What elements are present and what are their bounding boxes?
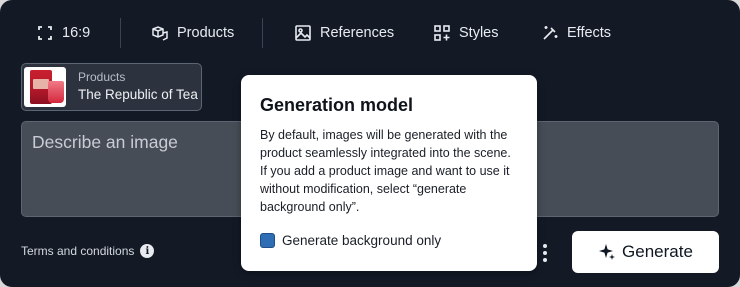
image-icon bbox=[295, 25, 311, 41]
styles-grid-icon bbox=[434, 25, 450, 41]
popover-body: By default, images will be generated wit… bbox=[260, 128, 511, 214]
aspect-ratio-label: 16:9 bbox=[62, 25, 91, 41]
products-icon bbox=[152, 26, 168, 41]
generation-panel: 16:9 Products References Styles Effects … bbox=[0, 0, 740, 287]
popover-title: Generation model bbox=[260, 95, 414, 115]
toolbar-divider bbox=[262, 18, 263, 48]
generate-background-only-checkbox[interactable] bbox=[260, 233, 275, 248]
product-chip-value: The Republic of Tea bbox=[78, 86, 198, 102]
toolbar-divider bbox=[120, 18, 121, 48]
product-chip[interactable]: Products The Republic of Tea bbox=[21, 63, 202, 111]
generate-label: Generate bbox=[622, 242, 693, 261]
more-options-button[interactable] bbox=[538, 242, 552, 264]
info-icon[interactable]: i bbox=[140, 244, 155, 258]
product-chip-label: Products bbox=[78, 69, 126, 84]
dot bbox=[543, 244, 547, 248]
products-label: Products bbox=[177, 25, 235, 41]
product-glass-image bbox=[48, 81, 64, 103]
generation-model-popover: Generation model By default, images will… bbox=[241, 75, 537, 271]
references-button[interactable]: References bbox=[294, 18, 394, 48]
terms-label[interactable]: Terms and conditions bbox=[21, 244, 134, 258]
magic-wand-icon bbox=[543, 26, 558, 40]
products-button[interactable]: Products bbox=[151, 18, 234, 48]
product-thumbnail bbox=[24, 67, 66, 107]
generate-background-only-label[interactable]: Generate background only bbox=[282, 233, 441, 248]
terms-and-conditions[interactable]: Terms and conditions i bbox=[21, 244, 155, 258]
effects-label: Effects bbox=[567, 25, 612, 41]
generate-button[interactable]: Generate bbox=[572, 231, 719, 273]
dot bbox=[543, 251, 547, 255]
effects-button[interactable]: Effects bbox=[541, 18, 611, 48]
dot bbox=[543, 258, 547, 262]
product-chip-text: Products The Republic of Tea bbox=[78, 70, 198, 105]
styles-label: Styles bbox=[459, 25, 499, 41]
references-label: References bbox=[320, 25, 395, 41]
aspect-ratio-button[interactable]: 16:9 bbox=[36, 18, 90, 48]
toolbar: 16:9 Products References Styles Effects bbox=[0, 0, 740, 64]
generate-background-only-option[interactable]: Generate background only bbox=[260, 233, 441, 248]
sparkle-icon bbox=[599, 244, 616, 260]
aspect-ratio-icon bbox=[38, 26, 52, 40]
styles-button[interactable]: Styles bbox=[433, 18, 499, 48]
